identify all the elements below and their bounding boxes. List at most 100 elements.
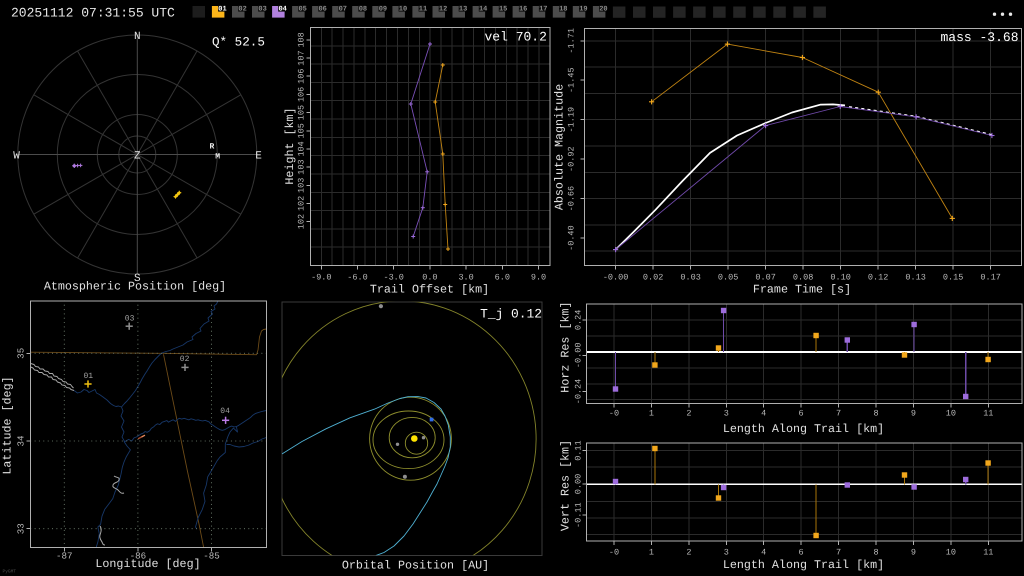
svg-text:03: 03 (125, 314, 135, 323)
svg-text:04: 04 (220, 407, 230, 416)
svg-text:0.03: 0.03 (680, 273, 700, 283)
svg-text:PyGMT: PyGMT (3, 569, 17, 575)
svg-text:0.24: 0.24 (574, 310, 584, 330)
svg-text:18: 18 (559, 5, 567, 13)
svg-text:Length Along Trail [km]: Length Along Trail [km] (723, 558, 884, 572)
svg-text:102: 102 (297, 196, 307, 211)
svg-text:-6.0: -6.0 (347, 273, 367, 283)
svg-text:11: 11 (983, 548, 993, 558)
svg-text:4: 4 (761, 548, 766, 558)
svg-text:-0.66: -0.66 (567, 186, 577, 212)
svg-text:-3.0: -3.0 (383, 273, 403, 283)
svg-text:02: 02 (238, 5, 246, 13)
svg-text:10: 10 (946, 409, 956, 419)
svg-text:105: 105 (297, 105, 307, 120)
svg-text:-0.92: -0.92 (567, 146, 577, 172)
svg-text:Longitude [deg]: Longitude [deg] (95, 557, 200, 571)
svg-text:-0.00: -0.00 (603, 273, 629, 283)
svg-text:34: 34 (16, 435, 27, 447)
svg-text:0.10: 0.10 (830, 273, 850, 283)
svg-text:16: 16 (519, 5, 527, 13)
svg-text:3: 3 (724, 548, 729, 558)
svg-text:03: 03 (258, 5, 266, 13)
svg-text:11: 11 (419, 5, 427, 13)
svg-text:0.15: 0.15 (943, 273, 963, 283)
svg-text:Length Along Trail [km]: Length Along Trail [km] (723, 422, 884, 436)
svg-text:Horz Res [km]: Horz Res [km] (559, 302, 573, 393)
svg-text:9: 9 (911, 548, 916, 558)
svg-text:106: 106 (297, 69, 307, 84)
svg-text:R: R (210, 143, 215, 152)
svg-text:W: W (13, 151, 20, 163)
svg-text:4: 4 (761, 409, 766, 419)
svg-text:Absolute Magnitude: Absolute Magnitude (553, 84, 567, 210)
svg-text:T_j 0.12: T_j 0.12 (480, 307, 542, 322)
svg-text:13: 13 (459, 5, 467, 13)
svg-text:0.0: 0.0 (422, 273, 437, 283)
svg-text:3.0: 3.0 (458, 273, 473, 283)
svg-text:-0.24: -0.24 (574, 379, 584, 405)
svg-text:-85: -85 (203, 551, 220, 562)
svg-text:-1.45: -1.45 (567, 67, 577, 93)
svg-text:0.13: 0.13 (905, 273, 925, 283)
svg-text:14: 14 (479, 5, 487, 13)
svg-text:17: 17 (539, 5, 547, 13)
svg-text:0.12: 0.12 (868, 273, 888, 283)
svg-text:9.0: 9.0 (531, 273, 546, 283)
svg-text:8: 8 (873, 548, 878, 558)
svg-text:mass -3.68: mass -3.68 (940, 30, 1018, 45)
svg-text:-0.00: -0.00 (574, 343, 584, 369)
svg-text:04: 04 (278, 5, 286, 13)
svg-text:vel 70.2: vel 70.2 (485, 30, 547, 45)
svg-text:Orbital Position [AU]: Orbital Position [AU] (342, 559, 489, 573)
svg-text:9: 9 (911, 409, 916, 419)
svg-text:0.00: 0.00 (574, 474, 584, 494)
svg-text:-9.0: -9.0 (311, 273, 331, 283)
svg-text:19: 19 (579, 5, 587, 13)
svg-text:02: 02 (180, 355, 190, 364)
svg-text:-0.11: -0.11 (574, 502, 584, 528)
svg-text:105: 105 (297, 123, 307, 138)
svg-text:01: 01 (218, 5, 226, 13)
svg-text:07: 07 (339, 5, 347, 13)
svg-text:Latitude [deg]: Latitude [deg] (1, 376, 15, 474)
svg-text:6: 6 (799, 409, 804, 419)
svg-text:-0: -0 (609, 409, 619, 419)
svg-text:103: 103 (297, 159, 307, 174)
svg-text:01: 01 (83, 372, 93, 381)
svg-text:M: M (215, 153, 220, 162)
svg-text:102: 102 (297, 214, 307, 229)
svg-text:3: 3 (724, 409, 729, 419)
svg-text:15: 15 (499, 5, 507, 13)
svg-text:0.05: 0.05 (718, 273, 738, 283)
svg-text:Frame Time [s]: Frame Time [s] (753, 282, 851, 296)
svg-text:-0.40: -0.40 (567, 225, 577, 251)
svg-text:0.08: 0.08 (793, 273, 813, 283)
svg-text:106: 106 (297, 87, 307, 102)
svg-text:20251112 07:31:55 UTC: 20251112 07:31:55 UTC (11, 6, 175, 21)
svg-text:0.11: 0.11 (574, 440, 584, 460)
svg-text:103: 103 (297, 178, 307, 193)
svg-text:107: 107 (297, 50, 307, 65)
svg-text:0.17: 0.17 (980, 273, 1000, 283)
svg-text:1: 1 (649, 409, 654, 419)
svg-text:Z: Z (134, 150, 141, 162)
svg-text:10: 10 (946, 548, 956, 558)
svg-text:08: 08 (359, 5, 367, 13)
svg-text:10: 10 (399, 5, 407, 13)
svg-text:06: 06 (318, 5, 326, 13)
svg-text:11: 11 (983, 409, 993, 419)
svg-text:6.0: 6.0 (495, 273, 510, 283)
svg-text:0.02: 0.02 (643, 273, 663, 283)
svg-text:7: 7 (836, 548, 841, 558)
svg-text:Vert Res [km]: Vert Res [km] (559, 440, 573, 531)
svg-text:7: 7 (836, 409, 841, 419)
svg-text:-1.71: -1.71 (567, 28, 577, 54)
svg-text:6: 6 (799, 548, 804, 558)
svg-text:2: 2 (686, 548, 691, 558)
svg-text:Height [km]: Height [km] (283, 107, 297, 184)
svg-text:05: 05 (298, 5, 306, 13)
svg-text:E: E (255, 151, 262, 163)
svg-text:2: 2 (686, 409, 691, 419)
svg-text:1: 1 (649, 548, 654, 558)
